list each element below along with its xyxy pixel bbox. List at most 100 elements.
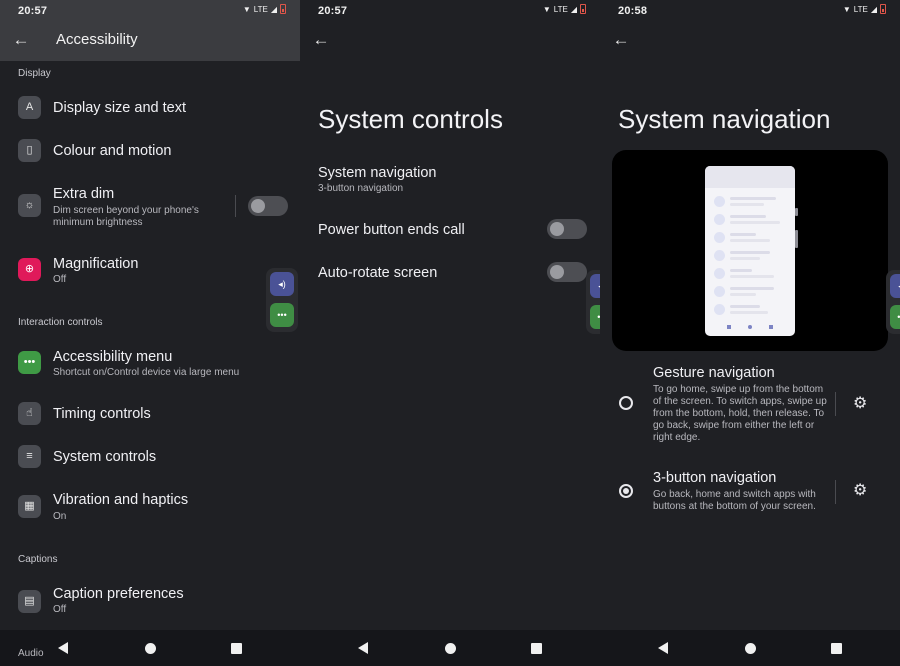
more-dots-icon[interactable]: ••• <box>890 305 900 329</box>
item-vibration-haptics[interactable]: ▦ Vibration and haptics On <box>0 487 300 527</box>
gesture-navigation-radio[interactable] <box>619 396 633 410</box>
lte-label: LTE <box>853 4 868 14</box>
system-controls-panel: 20:57 ▼ LTE ◢ ← System controls System n… <box>300 0 600 666</box>
status-bar: 20:57 ▼ LTE ◢ <box>0 0 300 22</box>
item-subtitle: Shortcut on/Control device via large men… <box>53 367 240 378</box>
accessibility-panel: 20:57 ▼ LTE ◢ ← Accessibility Display A … <box>0 0 300 666</box>
more-dots-icon[interactable]: ••• <box>590 305 600 329</box>
battery-icon <box>580 4 586 14</box>
nav-recents-icon[interactable] <box>531 643 542 654</box>
three-button-navigation-description: Go back, home and switch apps with butto… <box>653 489 816 512</box>
nav-back-icon[interactable] <box>658 642 668 654</box>
divider <box>835 392 836 416</box>
item-label: Display size and text <box>53 100 186 116</box>
nav-bar <box>300 630 600 666</box>
item-timing-controls[interactable]: ☝ Timing controls <box>0 394 300 434</box>
page-title: Accessibility <box>56 31 138 48</box>
floating-accessibility-menu: ◂) ••• <box>886 270 900 334</box>
status-bar: 20:58 ▼ LTE ◢ <box>600 0 900 22</box>
item-label: Accessibility menu <box>53 349 173 365</box>
wifi-icon: ▼ <box>542 4 551 14</box>
page-title: System controls <box>318 104 503 134</box>
phone-color-icon: ▯ <box>18 139 41 162</box>
item-colour-motion[interactable]: ▯ Colour and motion <box>0 131 300 171</box>
nav-bar <box>600 630 900 666</box>
item-subtitle: On <box>53 511 67 522</box>
item-caption-preferences[interactable]: ▤ Caption preferences Off <box>0 582 300 622</box>
volume-icon[interactable]: ◂) <box>890 274 900 298</box>
battery-icon <box>280 4 286 14</box>
item-label: Extra dim <box>53 186 115 202</box>
gear-icon[interactable]: ⚙ <box>853 483 867 499</box>
volume-icon[interactable]: ◂) <box>590 274 600 298</box>
back-arrow-icon[interactable]: ← <box>611 30 631 50</box>
item-label: Magnification <box>53 256 139 272</box>
wifi-icon: ▼ <box>242 4 251 14</box>
extra-dim-toggle[interactable] <box>248 196 288 216</box>
item-accessibility-menu[interactable]: ••• Accessibility menu Shortcut on/Contr… <box>0 343 300 383</box>
gear-icon[interactable]: ⚙ <box>853 396 867 412</box>
nav-bar <box>0 630 300 666</box>
item-subtitle: Off <box>53 274 67 285</box>
lte-label: LTE <box>253 4 268 14</box>
nav-recents-icon[interactable] <box>231 643 242 654</box>
nav-back-icon[interactable] <box>358 642 368 654</box>
more-dots-icon[interactable]: ••• <box>270 303 294 327</box>
signal-icon: ◢ <box>870 4 877 14</box>
item-label: Auto-rotate screen <box>318 265 438 281</box>
sliders-icon: ≡ <box>18 445 41 468</box>
floating-accessibility-menu: ◂) ••• <box>266 268 298 332</box>
three-button-navigation-radio[interactable] <box>619 484 633 498</box>
vibration-icon: ▦ <box>18 495 41 518</box>
item-label: Power button ends call <box>318 222 465 238</box>
item-subtitle: Dim screen beyond your phone's <box>53 205 199 216</box>
item-label: Caption preferences <box>53 586 184 602</box>
section-audio: Audio <box>18 648 44 659</box>
nav-recents-icon[interactable] <box>831 643 842 654</box>
dim-icon: ☼ <box>18 194 41 217</box>
back-arrow-icon[interactable]: ← <box>11 30 31 50</box>
nav-home-icon[interactable] <box>145 643 156 654</box>
status-time: 20:57 <box>318 5 348 17</box>
nav-home-icon[interactable] <box>445 643 456 654</box>
wifi-icon: ▼ <box>842 4 851 14</box>
auto-rotate-toggle[interactable] <box>547 262 587 282</box>
item-label: System controls <box>53 449 157 465</box>
status-bar: 20:57 ▼ LTE ◢ <box>300 0 600 22</box>
item-system-navigation[interactable]: System navigation 3-button navigation <box>300 160 600 200</box>
floating-accessibility-menu: ◂) ••• <box>586 270 600 334</box>
magnify-icon: ⊕ <box>18 258 41 281</box>
divider <box>835 480 836 504</box>
nav-home-icon[interactable] <box>745 643 756 654</box>
nav-back-icon[interactable] <box>58 642 68 654</box>
power-button-toggle[interactable] <box>547 219 587 239</box>
text-size-icon: A <box>18 96 41 119</box>
section-captions: Captions <box>18 554 58 565</box>
signal-icon: ◢ <box>270 4 277 14</box>
item-label: Colour and motion <box>53 143 172 159</box>
navigation-preview-illustration <box>612 150 888 351</box>
item-subtitle-line2: minimum brightness <box>53 217 143 228</box>
caption-icon: ▤ <box>18 590 41 613</box>
item-label: System navigation <box>318 165 437 181</box>
item-subtitle: Off <box>53 604 67 615</box>
item-magnification[interactable]: ⊕ Magnification Off <box>0 250 300 290</box>
page-title: System navigation <box>618 104 831 134</box>
section-interaction: Interaction controls <box>18 317 103 328</box>
phone-mockup <box>705 166 795 336</box>
touch-icon: ☝ <box>18 402 41 425</box>
item-system-controls[interactable]: ≡ System controls <box>0 437 300 477</box>
item-subtitle: 3-button navigation <box>318 183 404 194</box>
divider <box>235 195 236 217</box>
signal-icon: ◢ <box>570 4 577 14</box>
gesture-navigation-title: Gesture navigation <box>653 365 775 381</box>
menu-dots-icon: ••• <box>18 351 41 374</box>
item-label: Vibration and haptics <box>53 492 189 508</box>
status-time: 20:58 <box>618 5 648 17</box>
section-display: Display <box>18 68 51 79</box>
gesture-navigation-description: To go home, swipe up from the bottom of … <box>653 384 827 443</box>
volume-icon[interactable]: ◂) <box>270 272 294 296</box>
back-arrow-icon[interactable]: ← <box>311 30 331 50</box>
three-button-navigation-title: 3-button navigation <box>653 470 777 486</box>
item-display-size-text[interactable]: A Display size and text <box>0 88 300 128</box>
